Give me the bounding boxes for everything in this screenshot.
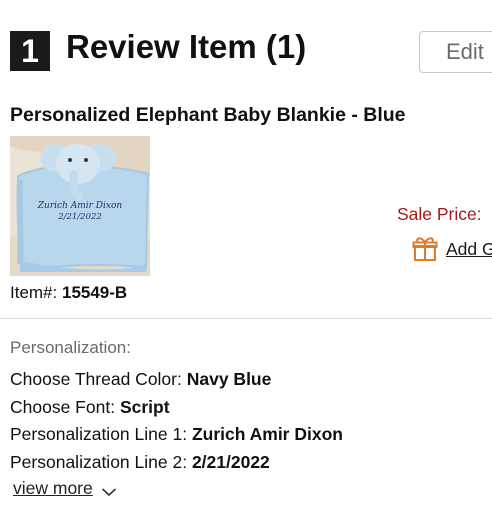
personalization-row-label: Personalization Line 1: (10, 424, 188, 444)
review-item-page: 1 Review Item (1) Edit Personalized Elep… (0, 0, 492, 512)
step-number-badge: 1 (10, 31, 50, 71)
personalization-heading: Personalization: (10, 338, 131, 357)
view-more-label: view more (13, 478, 93, 498)
section-divider (0, 318, 492, 319)
item-number-label: Item#: (10, 283, 58, 302)
personalization-row: Choose Thread Color: Navy Blue (10, 366, 492, 394)
personalization-row-label: Choose Thread Color: (10, 369, 182, 389)
add-gift-wrap-label: Add Gift Wrap (446, 238, 492, 259)
personalization-row: Personalization Line 1: Zurich Amir Dixo… (10, 421, 492, 449)
elephant-blankie-image: Zurich Amir Dixon 2/21/2022 (10, 136, 150, 276)
image-embroidery-line1: Zurich Amir Dixon (37, 201, 123, 211)
sale-price-label: Sale Price: (397, 204, 482, 224)
personalization-row-value: 2/21/2022 (191, 451, 270, 469)
image-embroidery-line2: 2/21/2022 (57, 212, 102, 222)
add-gift-wrap-link[interactable]: Add Gift Wrap (412, 236, 492, 262)
personalization-row-label: Personalization Line 2: (10, 451, 188, 469)
item-number-value: 15549-B (61, 283, 128, 302)
personalization-row-value: Script (119, 396, 170, 417)
personalization-row-value: Zurich Amir Dixon (191, 424, 343, 444)
personalization-row-label: Choose Font: (10, 396, 116, 417)
personalization-row: Choose Font: Script (10, 394, 492, 422)
product-image[interactable]: Zurich Amir Dixon 2/21/2022 (10, 136, 150, 276)
gift-icon (412, 236, 438, 262)
personalization-row: Personalization Line 2: 2/21/2022 (10, 449, 492, 469)
view-more-link[interactable]: view more (13, 478, 117, 499)
personalization-row-value: Navy Blue (186, 369, 272, 389)
personalization-list: Choose Thread Color: Navy Blue Choose Fo… (10, 366, 492, 468)
chevron-down-icon (101, 484, 117, 496)
product-title: Personalized Elephant Baby Blankie - Blu… (10, 104, 406, 126)
item-number: Item#: 15549-B (10, 283, 127, 303)
step-number: 1 (21, 32, 39, 69)
section-title: Review Item (1) (66, 28, 307, 65)
edit-button[interactable]: Edit (419, 31, 492, 73)
edit-button-label: Edit (446, 39, 484, 64)
